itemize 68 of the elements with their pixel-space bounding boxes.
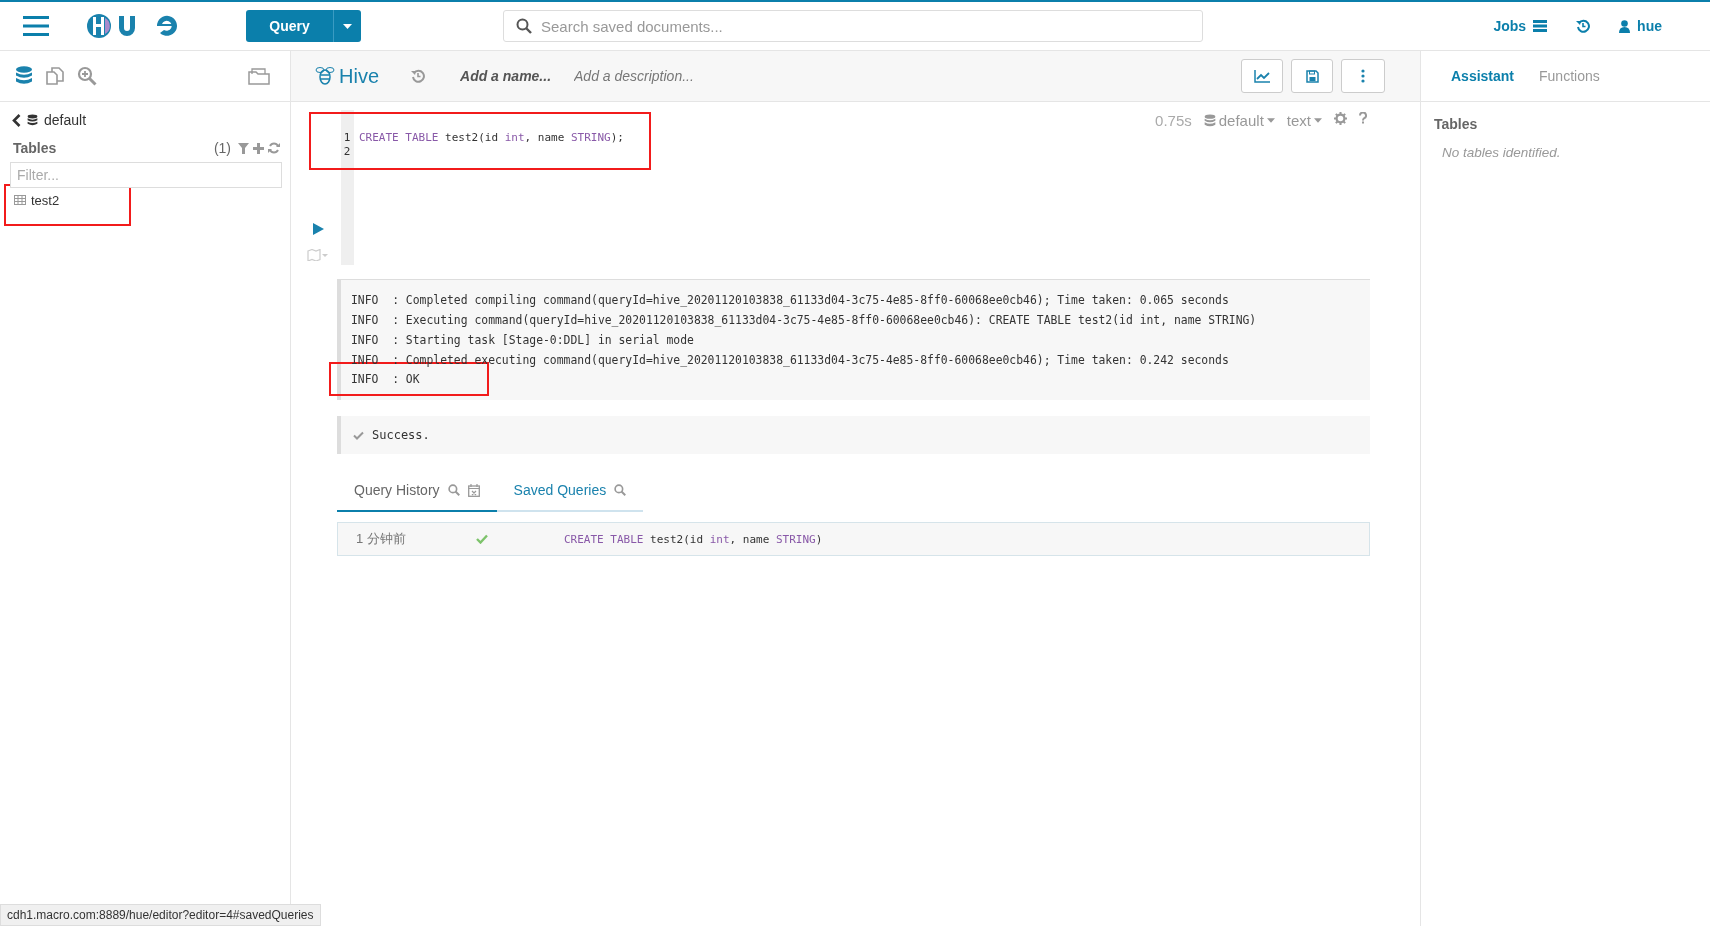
assistant-tab[interactable]: Functions [1539, 68, 1600, 84]
user-icon [1619, 19, 1631, 33]
dropdown-button[interactable] [333, 10, 361, 42]
history-query: CREATE TABLE test2(id int, name STRING) [563, 532, 823, 546]
back-icon[interactable] [12, 113, 21, 127]
map-icon[interactable] [307, 249, 329, 261]
table-name[interactable]: test2 [31, 192, 60, 208]
refresh-icon[interactable] [268, 142, 280, 154]
line-number: 2 [342, 144, 352, 158]
history-tab[interactable]: Saved Queries [496, 470, 644, 512]
check-icon [353, 430, 364, 440]
bee-icon [315, 66, 335, 86]
log-line: INFO : Executing command(queryId=hive_20201120103838_61133d04-3c75-4e85-8ff0-60068ee0cb46): CREATE TABLE test2(id int, name STRING) [351, 313, 1257, 327]
chart-button[interactable] [1241, 59, 1283, 93]
calendar-icon[interactable] [467, 483, 480, 497]
more-button[interactable] [1341, 59, 1385, 93]
history-icon[interactable] [411, 69, 425, 83]
filter-icon[interactable] [238, 142, 249, 154]
database-icon[interactable] [15, 66, 33, 86]
table-icon [14, 195, 26, 205]
caret-icon [1314, 118, 1322, 123]
tables-heading: Tables [12, 140, 57, 156]
history-row[interactable]: 1 分钟前 CREATE TABLE test2(id int, name STRING) [337, 522, 1370, 556]
list-icon[interactable] [1533, 20, 1548, 32]
log-line: INFO : Starting task [Stage-0:DDL] in serial mode [351, 333, 694, 347]
filter-field[interactable]: Filter... [10, 162, 282, 188]
tables-heading: Tables [1434, 116, 1479, 132]
table-count: (1) [213, 140, 231, 156]
log-line: INFO : Completed compiling command(queryId=hive_20201120103838_61133d04-3c75-4e85-8ff0-60068ee0cb46); Time taken: 0.065 seconds [351, 293, 1229, 307]
database-name: default [44, 112, 87, 128]
caret-icon [343, 23, 352, 29]
search-icon[interactable] [447, 484, 460, 496]
result-message: Success. [372, 428, 430, 442]
execution-time: 0.75s [1155, 112, 1192, 129]
search-icon[interactable] [614, 484, 627, 496]
code-line: CREATE TABLE test2(id int, name STRING); [358, 130, 624, 144]
engine-title: Hive [339, 64, 379, 88]
status-url: cdh1.macro.com:8889/hue/editor?editor=4#savedQueries [0, 904, 321, 926]
query-button[interactable]: Query [246, 10, 333, 42]
line-chart-icon [1254, 69, 1270, 83]
zoom-in-icon[interactable] [77, 66, 97, 86]
plus-icon[interactable] [253, 142, 264, 154]
folder-icon[interactable] [248, 67, 270, 85]
save-icon [1305, 69, 1319, 83]
name-field[interactable]: Add a name... [458, 67, 562, 85]
history-icon[interactable] [1576, 19, 1591, 33]
jobs-link[interactable]: Jobs [1493, 18, 1527, 34]
menu-icon[interactable] [23, 16, 49, 36]
description-field[interactable]: Add a description... [572, 67, 796, 85]
database-dropdown[interactable]: default [1203, 112, 1275, 129]
history-time: 1 分钟前 [355, 530, 407, 548]
help-icon[interactable] [1359, 112, 1367, 124]
play-icon[interactable] [312, 223, 324, 235]
empty-message: No tables identified. [1441, 145, 1562, 160]
line-number: 1 [342, 130, 352, 144]
format-dropdown[interactable]: text [1286, 112, 1322, 129]
user-link[interactable]: hue [1637, 18, 1662, 34]
log-line: INFO : OK [351, 372, 420, 386]
database-icon [1203, 113, 1216, 128]
search-field[interactable]: Search saved documents... [503, 10, 1203, 42]
history-tab[interactable]: Query History [337, 470, 497, 512]
caret-icon [1266, 118, 1275, 123]
save-button[interactable] [1291, 59, 1333, 93]
database-icon [27, 113, 38, 127]
documents-icon[interactable] [45, 66, 65, 86]
settings-icon[interactable] [1334, 112, 1347, 125]
more-icon [1361, 69, 1365, 83]
assistant-tab[interactable]: Assistant [1451, 68, 1515, 84]
